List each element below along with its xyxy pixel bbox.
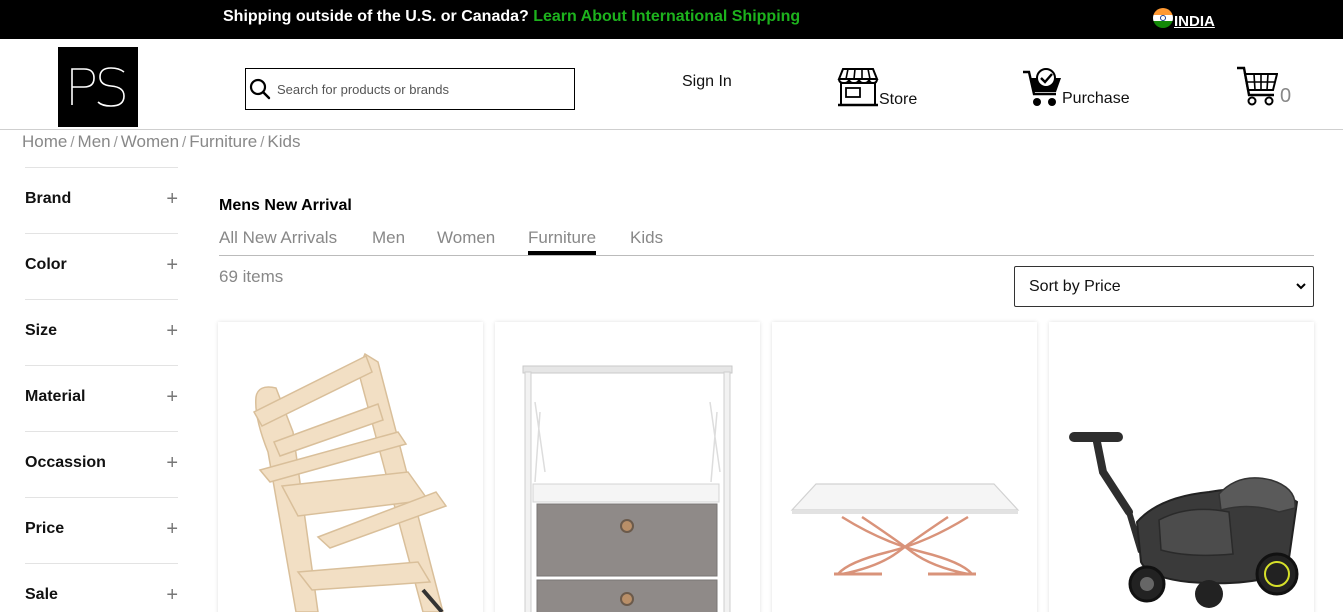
tab-kids[interactable]: Kids xyxy=(630,228,663,248)
search-bar[interactable] xyxy=(245,68,575,110)
product-card[interactable] xyxy=(772,322,1037,612)
cart-link[interactable]: 0 xyxy=(1236,65,1291,107)
stroller-wagon-image[interactable] xyxy=(1049,322,1314,612)
filter-occassion[interactable]: Occassion + xyxy=(25,432,178,498)
breadcrumb: Home / Men / Women / Furniture / Kids xyxy=(22,132,301,151)
cart-count: 0 xyxy=(1280,85,1292,107)
filter-label[interactable]: Size xyxy=(25,322,57,340)
filter-brand[interactable]: Brand + xyxy=(25,168,178,234)
cart-check-icon xyxy=(1023,68,1061,106)
expand-plus-icon[interactable]: + xyxy=(166,584,178,607)
coffee-table-image[interactable] xyxy=(772,322,1037,612)
shipping-message-text: Shipping outside of the U.S. or Canada? xyxy=(223,8,529,25)
filter-label[interactable]: Price xyxy=(25,520,64,538)
tab-women[interactable]: Women xyxy=(437,228,495,248)
filter-label[interactable]: Color xyxy=(25,256,67,274)
shipping-message: Shipping outside of the U.S. or Canada? … xyxy=(223,8,800,26)
breadcrumb-kids[interactable]: Kids xyxy=(267,132,300,151)
expand-plus-icon[interactable]: + xyxy=(166,386,178,409)
filter-size[interactable]: Size + xyxy=(25,300,178,366)
high-chair-image[interactable] xyxy=(218,322,483,612)
product-card[interactable] xyxy=(1049,322,1314,612)
breadcrumb-home[interactable]: Home xyxy=(22,132,67,151)
expand-plus-icon[interactable]: + xyxy=(166,254,178,277)
purchase-label[interactable]: Purchase xyxy=(1062,90,1130,108)
filter-label[interactable]: Sale xyxy=(25,586,58,604)
filter-label[interactable]: Occassion xyxy=(25,454,106,472)
international-shipping-link[interactable]: Learn About International Shipping xyxy=(533,8,800,25)
sign-in-link[interactable]: Sign In xyxy=(682,73,732,91)
section-title: Mens New Arrival xyxy=(219,197,352,214)
expand-plus-icon[interactable]: + xyxy=(166,320,178,343)
sort-select[interactable]: Sort by Price xyxy=(1014,266,1314,307)
site-header: Sign In Store Purchase xyxy=(0,39,1343,130)
search-icon[interactable] xyxy=(248,77,272,101)
filter-price[interactable]: Price + xyxy=(25,498,178,564)
tab-men[interactable]: Men xyxy=(372,228,405,248)
shopping-cart-icon xyxy=(1237,66,1278,106)
breadcrumb-men[interactable]: Men xyxy=(78,132,111,151)
filter-sidebar: Brand + Color + Size + Material + Occass… xyxy=(25,167,178,612)
country-selector[interactable]: INDIA xyxy=(1153,6,1215,30)
filter-color[interactable]: Color + xyxy=(25,234,178,300)
site-logo[interactable] xyxy=(58,47,138,127)
country-label[interactable]: INDIA xyxy=(1174,13,1215,30)
tab-furniture[interactable]: Furniture xyxy=(528,228,597,255)
tab-all-new-arrivals[interactable]: All New Arrivals xyxy=(219,228,337,248)
category-tabs: All New Arrivals Men Women Furniture Kid… xyxy=(219,228,1314,256)
top-banner: Shipping outside of the U.S. or Canada? … xyxy=(0,0,1343,39)
product-card[interactable] xyxy=(495,322,760,612)
filter-label[interactable]: Material xyxy=(25,388,85,406)
expand-plus-icon[interactable]: + xyxy=(166,188,178,211)
breadcrumb-women[interactable]: Women xyxy=(121,132,179,151)
chevron-down-icon xyxy=(1296,283,1306,290)
store-label[interactable]: Store xyxy=(879,91,917,109)
expand-plus-icon[interactable]: + xyxy=(166,518,178,541)
store-link[interactable]: Store xyxy=(837,67,917,109)
expand-plus-icon[interactable]: + xyxy=(166,452,178,475)
breadcrumb-furniture[interactable]: Furniture xyxy=(189,132,257,151)
sort-selected-value[interactable]: Sort by Price xyxy=(1029,278,1121,296)
item-count: 69 items xyxy=(219,267,284,286)
filter-label[interactable]: Brand xyxy=(25,190,71,208)
filter-sale[interactable]: Sale + xyxy=(25,564,178,612)
store-icon xyxy=(837,68,879,107)
purchase-link[interactable]: Purchase xyxy=(1022,68,1130,108)
search-input[interactable] xyxy=(277,81,557,97)
logo-mark-icon xyxy=(71,67,125,107)
storage-drawer-image[interactable] xyxy=(495,322,760,612)
product-card[interactable] xyxy=(218,322,483,612)
india-flag-icon xyxy=(1153,8,1173,28)
filter-material[interactable]: Material + xyxy=(25,366,178,432)
